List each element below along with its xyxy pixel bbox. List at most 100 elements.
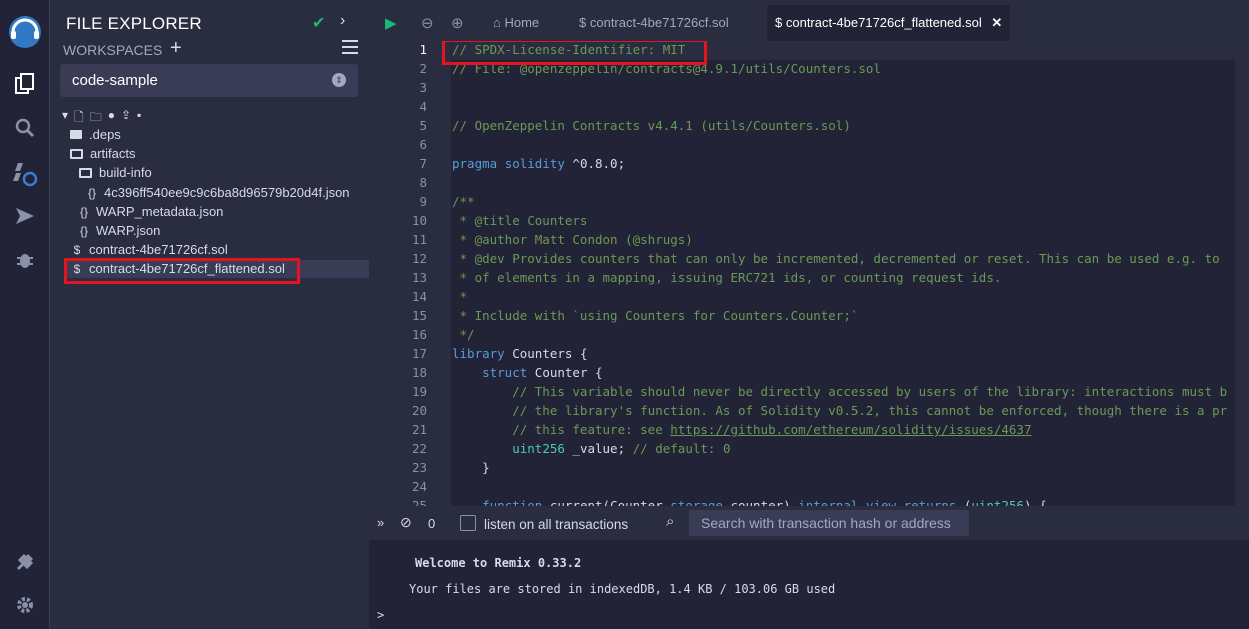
workspaces-label: WORKSPACES <box>63 42 163 58</box>
code-line: // this feature: see https://github.com/… <box>452 422 1032 437</box>
terminal[interactable]: Welcome to Remix 0.33.2 Your files are s… <box>369 540 1249 629</box>
line-number: 11 <box>411 232 427 247</box>
chevron-right-icon[interactable]: › <box>340 12 345 30</box>
line-number: 9 <box>419 194 427 209</box>
line-number: 5 <box>419 118 427 133</box>
file-manager-icon[interactable] <box>0 64 49 104</box>
upload-icon[interactable]: ⇪ <box>121 108 131 129</box>
line-number: 16 <box>411 327 427 342</box>
tab-home[interactable]: ⌂ Home <box>485 5 547 41</box>
solidity-icon: $ <box>775 15 783 30</box>
deploy-icon[interactable] <box>0 196 49 236</box>
run-icon[interactable]: ▶ <box>385 14 397 32</box>
tree-item-contract-sol[interactable]: $ contract-4be71726cf.sol <box>70 241 228 259</box>
code-line: pragma solidity ^0.8.0; <box>452 156 626 171</box>
search-placeholder: Search with transaction hash or address <box>701 515 951 531</box>
clear-icon[interactable]: ⊘ <box>400 514 412 531</box>
workspace-selected-value: code-sample <box>72 72 158 89</box>
tree-item-build-info[interactable]: build-info <box>79 164 152 182</box>
code-line: * <box>452 289 468 304</box>
code-editor[interactable]: 1// SPDX-License-Identifier: MIT 2// File… <box>369 41 1249 506</box>
tab-label: contract-4be71726cf_flattened.sol <box>785 15 982 30</box>
code-line: /** <box>452 194 475 209</box>
line-number: 3 <box>419 80 427 95</box>
line-number: 18 <box>411 365 427 380</box>
plugin-icon[interactable] <box>0 542 49 582</box>
tree-item-label: 4c396ff540ee9c9c6ba8d96579b20d4f.json <box>104 185 350 200</box>
code-line: } <box>452 460 490 475</box>
tree-item-warp-json[interactable]: {} WARP.json <box>77 222 160 240</box>
caret-down-icon[interactable]: ▾ <box>62 108 68 129</box>
code-line: * of elements in a mapping, issuing ERC7… <box>452 270 1002 285</box>
tab-label: contract-4be71726cf.sol <box>589 15 729 30</box>
line-number: 19 <box>411 384 427 399</box>
settings-icon[interactable] <box>0 585 49 625</box>
workspace-menu-icon[interactable] <box>342 40 358 54</box>
icon-rail <box>0 0 50 629</box>
pending-count: 0 <box>428 516 436 531</box>
tree-item-label: build-info <box>99 165 152 180</box>
remix-logo-icon[interactable] <box>0 10 49 54</box>
welcome-text: Welcome to Remix 0.33.2 <box>415 556 582 570</box>
line-number: 14 <box>411 289 427 304</box>
json-icon: {} <box>79 224 88 238</box>
transaction-search-input[interactable]: Search with transaction hash or address <box>689 510 969 536</box>
line-number: 10 <box>411 213 427 228</box>
code-line: * @dev Provides counters that can only b… <box>452 251 1220 266</box>
json-icon: {} <box>79 205 88 219</box>
code-line: // This variable should never be directl… <box>452 384 1228 399</box>
code-line: */ <box>452 327 475 342</box>
line-number: 8 <box>419 175 427 190</box>
upload-folder-icon[interactable]: ▪ <box>137 108 141 129</box>
tree-item-label: contract-4be71726cf.sol <box>89 242 228 257</box>
line-number: 22 <box>411 441 427 456</box>
code-link[interactable]: https://github.com/ethereum/solidity/iss… <box>670 422 1031 437</box>
json-icon: {} <box>87 186 96 200</box>
select-arrows-icon: ⇕ <box>332 73 346 87</box>
line-number: 25 <box>411 498 427 506</box>
home-icon: ⌂ <box>493 15 501 30</box>
folder-open-icon <box>70 148 83 159</box>
file-explorer-panel: FILE EXPLORER ✔ › WORKSPACES + code-samp… <box>50 0 374 629</box>
search-icon[interactable] <box>0 108 49 148</box>
code-line: struct Counter { <box>482 365 603 380</box>
tree-item-deps[interactable]: .deps <box>70 126 121 144</box>
highlight-box-file <box>64 258 300 284</box>
tree-item-label: WARP_metadata.json <box>96 204 224 219</box>
zoom-in-icon[interactable]: ⊕ <box>451 14 464 32</box>
zoom-out-icon[interactable]: ⊖ <box>421 14 434 32</box>
tree-item-label: artifacts <box>90 146 136 161</box>
code-line: * @author Matt Condon (@shrugs) <box>452 232 693 247</box>
line-number: 4 <box>419 99 427 114</box>
solidity-icon: $ <box>73 243 81 257</box>
line-number: 20 <box>411 403 427 418</box>
listen-label: listen on all transactions <box>484 517 629 532</box>
collapse-icon[interactable]: » <box>377 515 384 530</box>
solidity-icon: $ <box>579 15 587 30</box>
compile-icon[interactable] <box>0 154 49 194</box>
code-line: uint256 _value; // default: 0 <box>512 441 731 456</box>
debug-icon[interactable] <box>0 240 49 280</box>
code-line: library Counters { <box>452 346 588 361</box>
listen-checkbox[interactable] <box>460 515 476 531</box>
tree-item-build-info-json[interactable]: {} 4c396ff540ee9c9c6ba8d96579b20d4f.json <box>85 184 350 202</box>
line-number: 1 <box>419 42 427 57</box>
close-icon[interactable]: ✕ <box>991 15 1002 30</box>
code-line: // OpenZeppelin Contracts v4.4.1 (utils/… <box>452 118 851 133</box>
line-number: 13 <box>411 270 427 285</box>
folder-icon <box>70 130 82 140</box>
tree-item-label: WARP.json <box>96 223 161 238</box>
line-number: 12 <box>411 251 427 266</box>
editor-scrollbar[interactable] <box>1235 41 1249 506</box>
highlight-box-license <box>442 41 707 65</box>
line-number: 21 <box>411 422 427 437</box>
storage-info-text: Your files are stored in indexedDB, 1.4 … <box>409 582 836 596</box>
tab-contract[interactable]: $ contract-4be71726cf.sol <box>571 5 737 41</box>
tree-item-warp-metadata[interactable]: {} WARP_metadata.json <box>77 203 223 221</box>
tab-contract-flattened[interactable]: $ contract-4be71726cf_flattened.sol ✕ <box>767 5 1011 41</box>
workspace-select[interactable]: code-sample ⇕ <box>60 64 358 97</box>
terminal-prompt[interactable]: > <box>377 608 384 622</box>
add-workspace-icon[interactable]: + <box>170 37 182 60</box>
tree-item-artifacts[interactable]: artifacts <box>70 145 136 163</box>
code-line: * @title Counters <box>452 213 588 228</box>
